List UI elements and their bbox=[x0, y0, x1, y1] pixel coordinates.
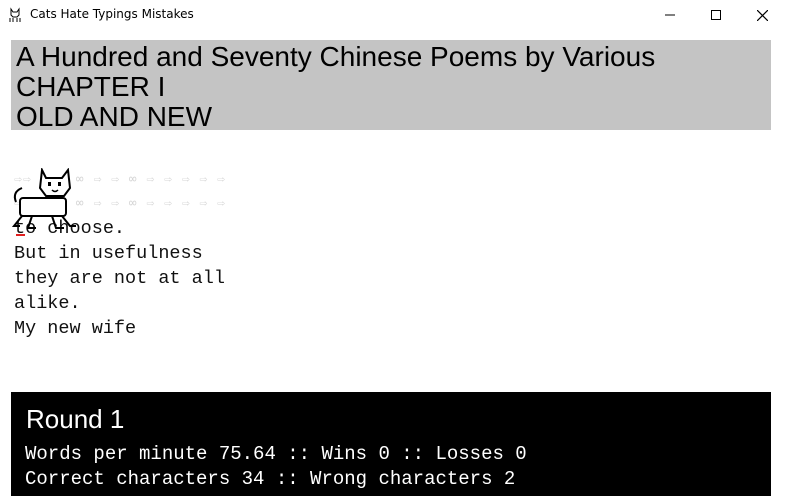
minimize-icon bbox=[665, 14, 675, 16]
title-bar: Cats Hate Typings Mistakes bbox=[0, 0, 785, 30]
close-button[interactable] bbox=[739, 0, 785, 30]
close-icon bbox=[756, 9, 768, 21]
chapter-title: OLD AND NEW bbox=[16, 101, 213, 132]
book-title: A Hundred and Seventy Chinese Poems by V… bbox=[16, 41, 656, 72]
score-line-1: Words per minute 75.64 :: Wins 0 :: Loss… bbox=[25, 443, 527, 465]
poem-text[interactable]: to choose. But in usefulness they are no… bbox=[14, 216, 225, 341]
round-label: Round 1 bbox=[26, 404, 125, 434]
poem-line: alike. bbox=[14, 293, 81, 314]
score-line-2: Correct characters 34 :: Wrong character… bbox=[25, 468, 516, 490]
book-header: A Hundred and Seventy Chinese Poems by V… bbox=[11, 40, 771, 132]
cat-sprite bbox=[11, 168, 76, 229]
typing-error-marker bbox=[16, 234, 25, 236]
chapter-number: CHAPTER I bbox=[16, 71, 166, 102]
maximize-icon bbox=[711, 10, 721, 20]
window-title: Cats Hate Typings Mistakes bbox=[30, 7, 194, 21]
poem-line: But in usefulness bbox=[14, 243, 203, 264]
minimize-button[interactable] bbox=[647, 0, 693, 30]
maximize-button[interactable] bbox=[693, 0, 739, 30]
poem-line: they are not at all bbox=[14, 268, 225, 289]
poem-line: My new wife bbox=[14, 318, 137, 339]
stats-panel: Round 1 Words per minute 75.64 :: Wins 0… bbox=[11, 392, 771, 496]
cat-icon bbox=[9, 7, 21, 22]
